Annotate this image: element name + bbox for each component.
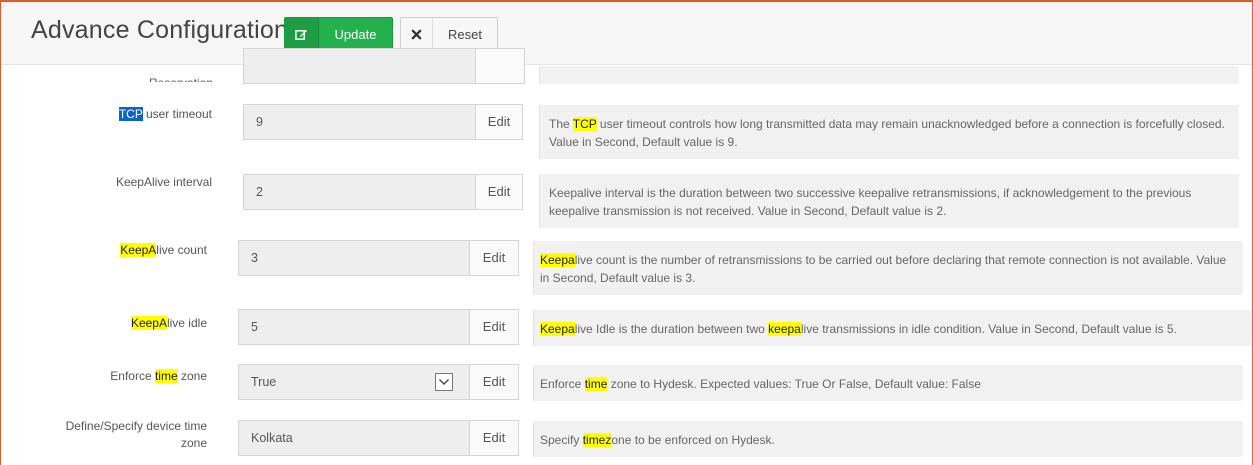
label-selected-text: TCP <box>118 107 143 121</box>
select-value: True <box>251 375 277 389</box>
label-text: Enforce <box>110 369 155 383</box>
update-button-label: Update <box>334 26 377 42</box>
config-description: Keepalive Idle is the duration between t… <box>533 310 1252 346</box>
update-button[interactable]: Update <box>284 17 393 51</box>
desc-text: one to be enforced on Hydesk. <box>611 433 775 447</box>
search-highlight: time <box>154 369 178 383</box>
keepalive-count-input[interactable]: 3 <box>238 240 469 276</box>
desc-text: live Idle is the duration between two <box>574 322 769 336</box>
config-value-input[interactable] <box>243 48 475 84</box>
config-label: Enforce time zone <box>61 368 207 385</box>
edit-button[interactable] <box>475 48 525 84</box>
config-row-keepalive-interval: KeepAlive interval 2 Edit Keepalive inte… <box>1 170 1252 230</box>
config-label: Reservation <box>71 68 213 82</box>
search-highlight: KeepA <box>130 316 167 330</box>
desc-text: Specify <box>540 433 583 447</box>
edit-button[interactable]: Edit <box>475 104 523 140</box>
reset-button-label: Reset <box>448 26 482 42</box>
config-label: TCP user timeout <box>61 106 212 123</box>
desc-text: user timeout controls how long transmitt… <box>549 117 1225 149</box>
page-header: Advance Configurations Update Reset <box>1 2 1252 65</box>
edit-button[interactable]: Edit <box>469 364 519 400</box>
tcp-user-timeout-input[interactable]: 9 <box>243 104 475 140</box>
keepalive-interval-input[interactable]: 2 <box>243 174 475 210</box>
chevron-down-icon[interactable] <box>435 373 453 391</box>
search-highlight: time <box>584 377 608 391</box>
search-highlight: timez <box>582 433 612 447</box>
config-description: Keepalive count is the number of retrans… <box>533 241 1243 295</box>
search-highlight: KeepA <box>120 243 157 257</box>
enforce-time-zone-select[interactable]: True <box>238 364 469 400</box>
search-highlight: Keepa <box>540 322 575 336</box>
label-text: zone <box>177 369 207 383</box>
config-row-tcp-user-timeout: TCP user timeout 9 Edit The TCP user tim… <box>1 100 1252 160</box>
label-text: user timeout <box>142 107 212 121</box>
config-row-keepalive-idle: KeepAlive idle 5 Edit Keepalive Idle is … <box>1 309 1252 349</box>
config-row-reservation: Reservation <box>1 48 1252 84</box>
config-description <box>539 66 1239 84</box>
search-highlight: TCP <box>572 117 597 131</box>
app-frame: Advance Configurations Update Reset Rese… <box>0 0 1253 465</box>
config-row-keepalive-count: KeepAlive count 3 Edit Keepalive count i… <box>1 238 1252 298</box>
device-time-zone-input[interactable]: Kolkata <box>238 420 469 456</box>
label-text: live idle <box>166 316 207 330</box>
config-description: Keepalive interval is the duration betwe… <box>539 174 1239 228</box>
config-label: Define/Specify device time zone <box>31 418 207 452</box>
edit-button[interactable]: Edit <box>469 420 519 456</box>
desc-text: The <box>549 117 573 131</box>
desc-text: zone to Hydesk. Expected values: True Or… <box>607 377 981 391</box>
edit-icon <box>285 18 319 50</box>
edit-button[interactable]: Edit <box>469 240 519 276</box>
page-title: Advance Configurations <box>31 16 301 44</box>
reset-button[interactable]: Reset <box>400 17 498 51</box>
keepalive-idle-input[interactable]: 5 <box>238 309 469 345</box>
config-list: Reservation TCP user timeout 9 Edit The … <box>1 48 1252 465</box>
label-text: Define/Specify device time <box>65 419 207 433</box>
config-description: The TCP user timeout controls how long t… <box>539 105 1239 159</box>
config-description: Specify timezone to be enforced on Hydes… <box>533 421 1243 457</box>
config-label: KeepAlive count <box>61 242 207 259</box>
config-row-enforce-time-zone: Enforce time zone True Edit Enforce time… <box>1 364 1252 404</box>
edit-button[interactable]: Edit <box>475 174 523 210</box>
search-highlight: keepa <box>768 322 801 336</box>
label-text: zone <box>180 436 207 450</box>
edit-button[interactable]: Edit <box>469 309 519 345</box>
desc-text: live count is the number of retransmissi… <box>540 253 1227 285</box>
config-label: KeepAlive interval <box>115 175 212 189</box>
config-label: KeepAlive idle <box>61 315 207 332</box>
config-description: Enforce time zone to Hydesk. Expected va… <box>533 365 1243 401</box>
desc-text: Enforce <box>540 377 585 391</box>
close-icon <box>401 18 433 50</box>
label-text: live count <box>156 243 207 257</box>
desc-text: live transmissions in idle condition. Va… <box>800 322 1177 336</box>
search-highlight: Keepa <box>540 253 575 267</box>
config-row-device-time-zone: Define/Specify device time zone Kolkata … <box>1 418 1252 465</box>
